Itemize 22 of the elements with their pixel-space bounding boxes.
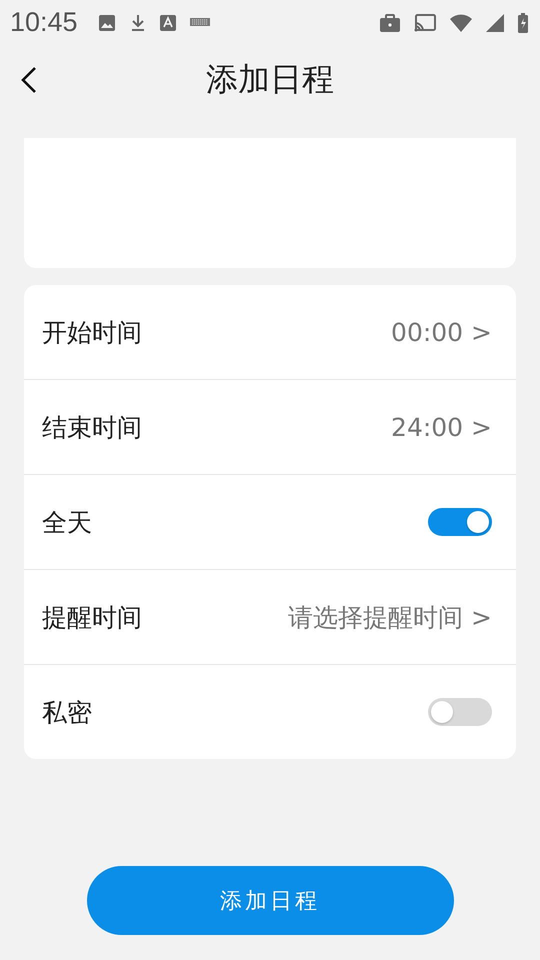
cast-icon — [414, 14, 436, 32]
page-title: 添加日程 — [206, 59, 334, 100]
row-label: 结束时间 — [42, 412, 142, 444]
row-label: 提醒时间 — [42, 602, 142, 634]
row-value[interactable]: 24:00 > — [391, 412, 492, 442]
row-label: 私密 — [42, 696, 92, 728]
download-icon — [130, 14, 146, 32]
row-value[interactable]: 00:00 > — [391, 318, 492, 346]
toggle-switch[interactable] — [428, 508, 492, 536]
row-label: 全天 — [42, 506, 92, 538]
toggle-switch[interactable] — [428, 698, 492, 726]
battery-icon — [518, 12, 528, 32]
keyboard-icon — [190, 16, 210, 28]
status-time: 10:45 — [10, 7, 78, 38]
row-label: 开始时间 — [42, 316, 142, 348]
row-value[interactable]: 请选择提醒时间 > — [288, 600, 492, 634]
add-schedule-button[interactable]: 添加日程 — [86, 866, 454, 935]
image-icon — [98, 14, 116, 32]
signal-icon — [486, 14, 504, 32]
briefcase-icon — [380, 14, 400, 32]
wifi-icon — [450, 14, 472, 32]
keyboard-letter-icon — [160, 14, 176, 30]
